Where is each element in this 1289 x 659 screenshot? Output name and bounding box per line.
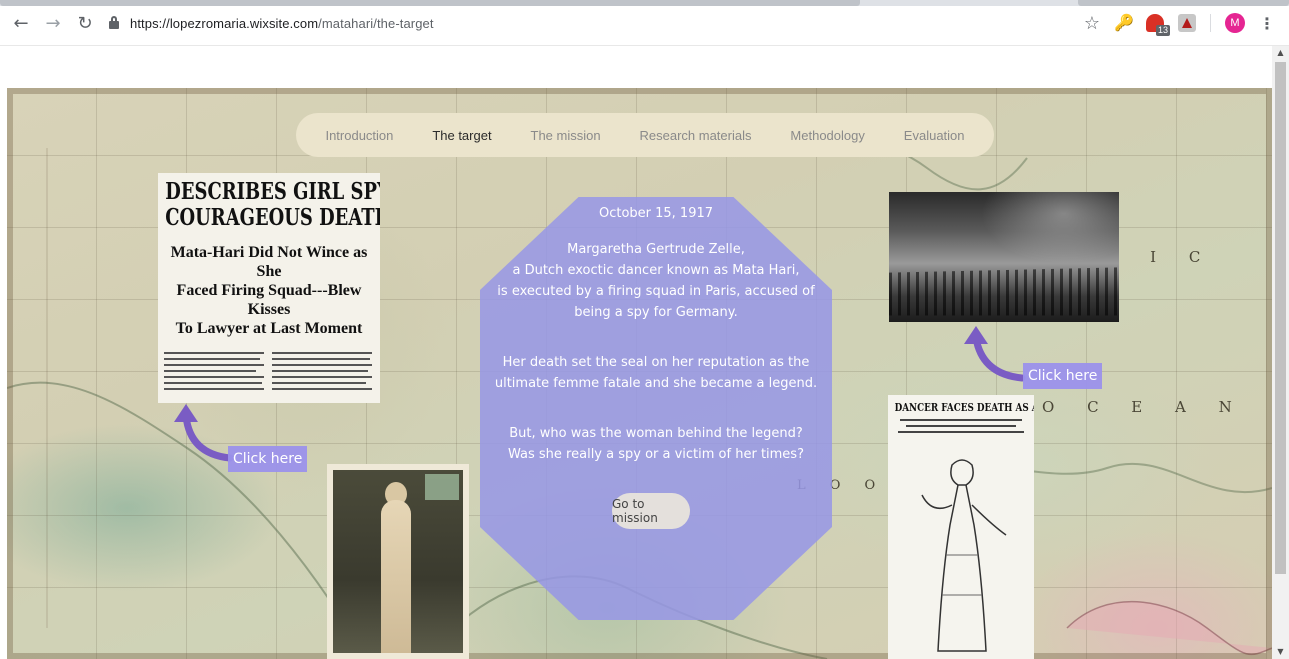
story-panel-text: October 15, 1917 Margaretha Gertrude Zel… [480,197,832,620]
nav-the-mission[interactable]: The mission [531,128,601,143]
profile-avatar[interactable]: M [1225,13,1245,33]
clipping-body-text [898,419,1024,433]
mail-badge: 13 [1155,25,1170,36]
clipping-headline: DESCRIBES GIRL SPY'S [165,178,380,205]
site-nav: Introduction The target The mission Rese… [296,113,994,157]
panel-line: But, who was the woman behind the legend… [509,426,803,441]
pdf-extension-icon[interactable] [1178,14,1196,32]
scroll-thumb[interactable] [1275,62,1286,574]
panel-paragraph-3: But, who was the woman behind the legend… [480,423,832,465]
firing-squad-photo [889,192,1119,322]
browser-chrome: ← → ↻ https://lopezromaria.wixsite.com/m… [0,0,1289,46]
postage-stamp [425,474,459,500]
toolbar-right: ☆ 🔑 13 M ⋮ [1084,11,1275,36]
clipping-subheadline: Mata-Hari Did Not Wince as She [170,244,368,280]
click-here-link-left[interactable]: Click here [228,446,308,472]
tab-hint [1078,0,1289,6]
menu-icon[interactable]: ⋮ [1259,14,1275,33]
clipping-headline: DANCER FACES DEATH AS A SPY [894,401,1034,414]
nav-research-materials[interactable]: Research materials [640,128,752,143]
newspaper-clipping-girl-spy: DESCRIBES GIRL SPY'S COURAGEOUS DEATH Ma… [158,173,380,403]
mail-extension-icon[interactable]: 13 [1146,14,1170,36]
map-label: O C E A N [1042,398,1246,416]
dancer-sketch [921,459,1007,652]
newspaper-clipping-dancer: DANCER FACES DEATH AS A SPY [888,395,1034,659]
click-here-link-right[interactable]: Click here [1023,363,1103,389]
clipping-subheadline: To Lawyer at Last Moment [175,320,363,337]
page: F I C O C E A N L O O S E Introduction T… [0,47,1272,659]
map-label: F I C [1107,248,1215,266]
mata-hari-portrait-photo [327,464,469,659]
go-to-mission-button[interactable]: Go to mission [612,493,690,529]
scroll-up-icon[interactable]: ▲ [1272,46,1289,60]
back-icon[interactable]: ← [10,12,32,34]
nav-methodology[interactable]: Methodology [790,128,864,143]
panel-line: Was she really a spy or a victim of her … [508,447,804,462]
panel-line: a Dutch exoctic dancer known as Mata Har… [512,263,800,278]
star-icon[interactable]: ☆ [1084,13,1100,34]
curved-arrow-icon [964,326,1026,382]
lock-icon [108,16,120,30]
nav-evaluation[interactable]: Evaluation [904,128,965,143]
clipping-body-text [164,352,372,390]
key-extension-icon[interactable]: 🔑 [1114,14,1134,32]
tab-hint [0,0,860,6]
scroll-down-icon[interactable]: ▼ [1272,645,1289,659]
nav-introduction[interactable]: Introduction [325,128,393,143]
clipping-headline: COURAGEOUS DEATH [165,204,380,231]
reload-icon[interactable]: ↻ [74,12,96,34]
forward-icon[interactable]: → [42,12,64,34]
clipping-subheadline: Faced Firing Squad---Blew Kisses [176,282,362,318]
panel-line: Margaretha Gertrude Zelle, [567,242,745,257]
panel-line: ultimate femme fatale and she became a l… [494,376,818,391]
nav-the-target[interactable]: The target [432,128,491,143]
panel-paragraph-1: Margaretha Gertrude Zelle, a Dutch exoct… [480,239,832,323]
panel-date: October 15, 1917 [598,206,714,221]
panel-line: being a spy for Germany. [574,305,738,320]
page-scrollbar[interactable]: ▲ ▼ [1272,46,1289,659]
url-text: https://lopezromaria.wixsite.com/matahar… [130,15,434,31]
panel-paragraph-2: Her death set the seal on her reputation… [480,352,832,394]
panel-line: Her death set the seal on her reputation… [502,355,810,370]
address-bar[interactable]: https://lopezromaria.wixsite.com/matahar… [108,10,1108,36]
toolbar-divider [1210,14,1211,32]
panel-line: is executed by a firing squad in Paris, … [497,284,815,299]
